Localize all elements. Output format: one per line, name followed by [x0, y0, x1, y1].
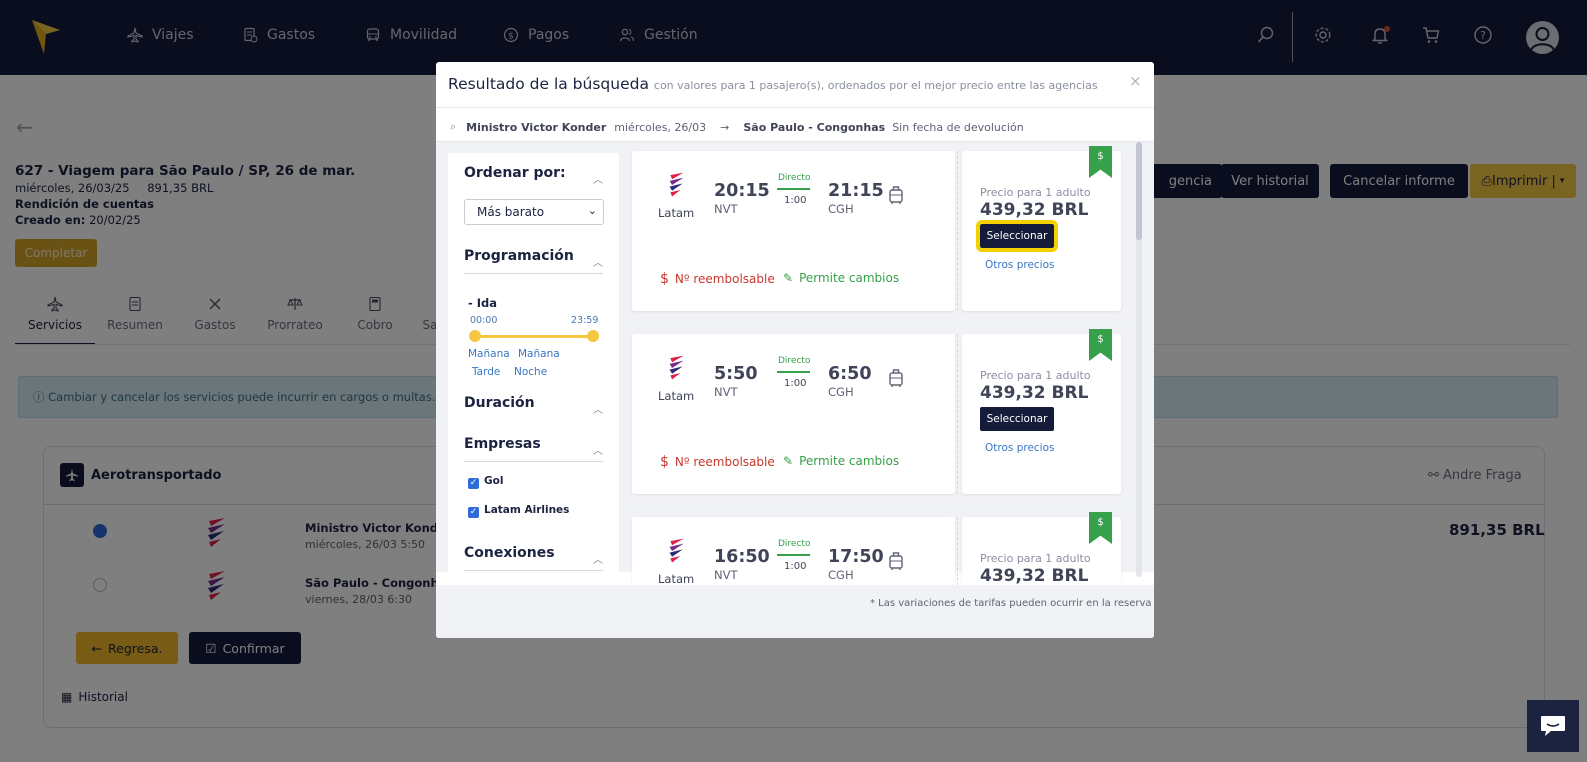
dollar-icon: $	[660, 271, 669, 287]
flight-info: Latam 20:15 NVT Directo 1:00 21:15 CGH $…	[632, 151, 955, 311]
flight-card: Latam 5:50 NVT Directo 1:00 6:50 CGH $ Nº…	[632, 329, 1121, 494]
route-destination: São Paulo - Congonhas	[743, 120, 886, 134]
modal-subtitle: con valores para 1 pasajero(s), ordenado…	[653, 79, 1098, 92]
changes-allowed: ✎ Permite cambios	[783, 454, 899, 468]
direct-line	[777, 554, 810, 556]
stops-label: Directo	[778, 539, 811, 549]
flight-info: Latam 16:50 NVT Directo 1:00 17:50 CGH	[632, 517, 955, 585]
departure-code: NVT	[714, 568, 738, 582]
changes-label: Permite cambios	[799, 454, 900, 468]
direct-line	[777, 188, 810, 190]
ticket-perforation	[957, 517, 958, 585]
price-label: Precio para 1 adulto	[980, 552, 1091, 565]
price-panel: $ Precio para 1 adulto 439,32 BRL Selecc…	[962, 146, 1121, 311]
route-return: Sin fecha de devolución	[892, 120, 1024, 134]
chat-button[interactable]	[1527, 700, 1579, 752]
modal-footer	[436, 585, 1154, 638]
ticket-perforation	[957, 334, 958, 494]
direct-line	[777, 371, 810, 373]
dollar-icon: $	[660, 454, 669, 470]
airline-name: Latam	[658, 206, 695, 220]
changes-label: Permite cambios	[799, 271, 900, 285]
arrival-code: CGH	[828, 568, 854, 582]
price-badge: $	[1089, 146, 1112, 178]
luggage-icon	[888, 368, 904, 392]
modal-title: Resultado de la búsqueda con valores par…	[448, 75, 1098, 93]
scrollbar-thumb[interactable]	[1136, 142, 1142, 240]
results-scrollbar[interactable]	[1136, 142, 1142, 577]
flight-duration: 1:00	[784, 561, 807, 572]
other-prices-link[interactable]: Otros precios	[985, 442, 1055, 454]
arrival-code: CGH	[828, 385, 854, 399]
fare-disclaimer: * Las variaciones de tarifas pueden ocur…	[870, 598, 1152, 609]
flight-duration: 1:00	[784, 378, 807, 389]
price-badge: $	[1089, 329, 1112, 361]
price-label: Precio para 1 adulto	[980, 186, 1091, 199]
refund-label: Nº reembolsable	[674, 272, 775, 286]
changes-allowed: ✎ Permite cambios	[783, 271, 899, 285]
non-refundable: $ Nº reembolsable	[660, 271, 775, 287]
flight-duration: 1:00	[784, 195, 807, 206]
departure-code: NVT	[714, 202, 738, 216]
flight-card: Latam 20:15 NVT Directo 1:00 21:15 CGH $…	[632, 146, 1121, 311]
arrival-time: 17:50	[828, 547, 884, 567]
arrival-time: 21:15	[828, 181, 884, 201]
search-icon: ⌕	[450, 120, 457, 133]
flight-card: Latam 16:50 NVT Directo 1:00 17:50 CGH $…	[632, 512, 1121, 585]
edit-icon: ✎	[783, 454, 794, 468]
latam-logo-icon	[667, 171, 687, 203]
close-button[interactable]: ×	[1129, 72, 1142, 90]
luggage-icon	[888, 185, 904, 209]
route-summary: ⌕ Ministro Victor Konder miércoles, 26/0…	[450, 120, 1024, 134]
luggage-icon	[888, 551, 904, 575]
select-button[interactable]: Seleccionar	[980, 407, 1054, 431]
arrival-code: CGH	[828, 202, 854, 216]
airline-name: Latam	[658, 572, 695, 585]
stops-label: Directo	[778, 173, 811, 183]
departure-code: NVT	[714, 385, 738, 399]
chat-icon	[1541, 716, 1565, 736]
stops-label: Directo	[778, 356, 811, 366]
price-label: Precio para 1 adulto	[980, 369, 1091, 382]
route-origin: Ministro Victor Konder	[466, 120, 607, 134]
airline-name: Latam	[658, 389, 695, 403]
route-arrow: →	[720, 120, 730, 134]
flight-info: Latam 5:50 NVT Directo 1:00 6:50 CGH $ Nº…	[632, 334, 955, 494]
departure-time: 20:15	[714, 181, 770, 201]
route-date: miércoles, 26/03	[614, 120, 707, 134]
latam-logo-icon	[667, 537, 687, 569]
ticket-perforation	[957, 151, 958, 311]
refund-label: Nº reembolsable	[674, 455, 775, 469]
search-results-modal: Resultado de la búsqueda con valores par…	[436, 62, 1154, 638]
modal-divider	[436, 107, 1154, 108]
non-refundable: $ Nº reembolsable	[660, 454, 775, 470]
select-button[interactable]: Seleccionar	[976, 220, 1058, 252]
edit-icon: ✎	[783, 271, 794, 285]
price-value: 439,32 BRL	[980, 566, 1089, 585]
price-value: 439,32 BRL	[980, 383, 1089, 403]
departure-time: 16:50	[714, 547, 770, 567]
departure-time: 5:50	[714, 364, 758, 384]
other-prices-link[interactable]: Otros precios	[985, 259, 1055, 271]
latam-logo-icon	[667, 354, 687, 386]
price-panel: $ Precio para 1 adulto 439,32 BRL Selecc…	[962, 329, 1121, 494]
price-panel: $ Precio para 1 adulto 439,32 BRL	[962, 512, 1121, 585]
price-value: 439,32 BRL	[980, 200, 1089, 220]
modal-title-text: Resultado de la búsqueda	[448, 75, 649, 93]
arrival-time: 6:50	[828, 364, 872, 384]
price-badge: $	[1089, 512, 1112, 544]
flight-results-viewport: Latam 20:15 NVT Directo 1:00 21:15 CGH $…	[436, 142, 1154, 585]
